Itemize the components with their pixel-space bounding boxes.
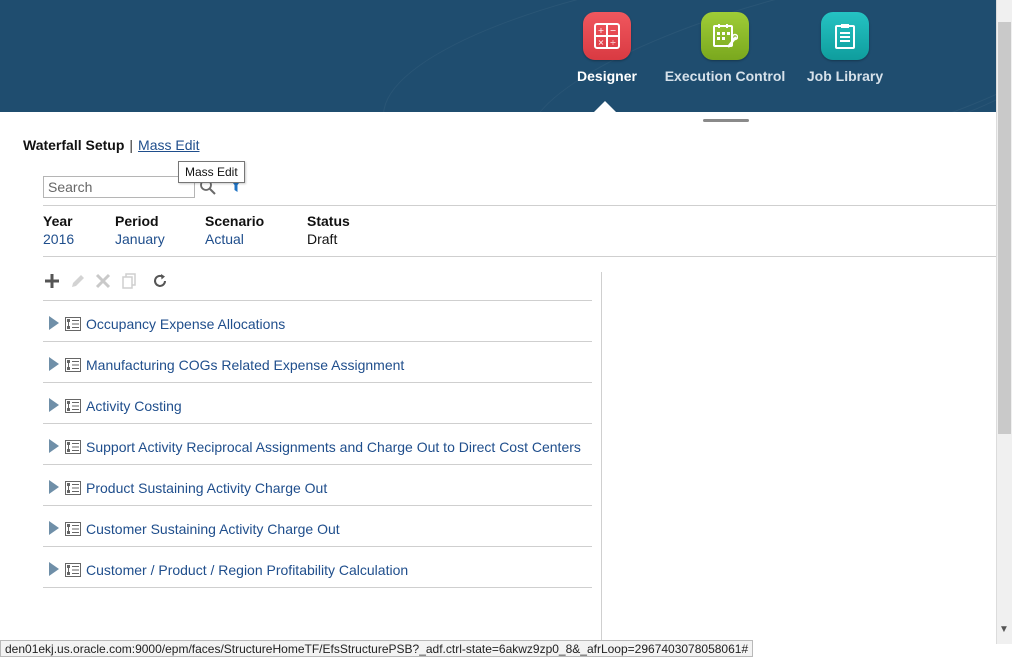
duplicate-icon[interactable]: [120, 272, 138, 290]
divider: [43, 205, 996, 206]
pov-year-label: Year: [43, 213, 73, 229]
active-nav-indicator: [594, 101, 616, 112]
pov-scenario: Scenario Actual: [205, 213, 264, 247]
ruleset-icon: [65, 358, 81, 372]
status-bar-url: den01ekj.us.oracle.com:9000/epm/faces/St…: [0, 640, 754, 657]
expand-arrow-icon[interactable]: [49, 316, 59, 330]
tree-row-label[interactable]: Occupancy Expense Allocations: [86, 316, 285, 332]
expand-arrow-icon[interactable]: [49, 357, 59, 371]
tree-row[interactable]: Support Activity Reciprocal Assignments …: [43, 424, 592, 465]
pane-splitter[interactable]: [601, 272, 602, 644]
ruleset-icon: [65, 563, 81, 577]
ruleset-tree: Occupancy Expense Allocations Manufactur…: [43, 301, 592, 588]
breadcrumb: Waterfall Setup | Mass Edit: [23, 137, 200, 153]
tree-row[interactable]: Manufacturing COGs Related Expense Assig…: [43, 342, 592, 383]
tree-row-label[interactable]: Customer / Product / Region Profitabilit…: [86, 562, 408, 578]
app-header: + − × ÷ Designer Execution Control Job L…: [0, 0, 996, 112]
edit-icon[interactable]: [69, 272, 87, 290]
nav-designer-label: Designer: [577, 68, 637, 84]
pov-status-label: Status: [307, 213, 350, 229]
tree-row-label[interactable]: Support Activity Reciprocal Assignments …: [86, 439, 581, 455]
tree-row[interactable]: Activity Costing: [43, 383, 592, 424]
add-icon[interactable]: [43, 272, 61, 290]
delete-icon[interactable]: [94, 272, 112, 290]
ruleset-icon: [65, 399, 81, 413]
ruleset-icon: [65, 317, 81, 331]
mass-edit-link[interactable]: Mass Edit: [138, 137, 199, 153]
svg-text:÷: ÷: [610, 38, 617, 47]
panel-drag-handle[interactable]: [703, 119, 749, 122]
scroll-down-icon[interactable]: ▼: [999, 624, 1009, 635]
tree-row-label[interactable]: Manufacturing COGs Related Expense Assig…: [86, 357, 404, 373]
pov-period-label: Period: [115, 213, 159, 229]
tree-row-label[interactable]: Product Sustaining Activity Charge Out: [86, 480, 327, 496]
svg-text:×: ×: [598, 38, 605, 47]
expand-arrow-icon[interactable]: [49, 439, 59, 453]
tree-row-label[interactable]: Customer Sustaining Activity Charge Out: [86, 521, 340, 537]
breadcrumb-separator: |: [129, 137, 134, 153]
ruleset-icon: [65, 440, 81, 454]
svg-text:+: +: [598, 26, 605, 35]
svg-text:−: −: [610, 26, 617, 35]
tree-row[interactable]: Product Sustaining Activity Charge Out: [43, 465, 592, 506]
expand-arrow-icon[interactable]: [49, 398, 59, 412]
pov-year: Year 2016: [43, 213, 74, 247]
pov-period-value[interactable]: January: [115, 231, 165, 247]
nav-execution-control-label: Execution Control: [664, 68, 786, 84]
nav-designer[interactable]: + − × ÷ Designer: [542, 12, 672, 84]
designer-calculator-icon: + − × ÷: [583, 12, 631, 60]
nav-job-library-label: Job Library: [806, 68, 884, 84]
nav-job-library[interactable]: Job Library: [780, 12, 910, 84]
ruleset-icon: [65, 481, 81, 495]
mass-edit-tooltip: Mass Edit: [178, 161, 245, 183]
tree-row[interactable]: Customer / Product / Region Profitabilit…: [43, 547, 592, 588]
search-input[interactable]: [43, 176, 195, 198]
pov-scenario-value[interactable]: Actual: [205, 231, 264, 247]
job-library-clipboard-icon: [821, 12, 869, 60]
tree-row-label[interactable]: Activity Costing: [86, 398, 182, 414]
execution-control-icon: [701, 12, 749, 60]
pov-status-value: Draft: [307, 231, 338, 247]
refresh-icon[interactable]: [151, 272, 169, 290]
nav-execution-control[interactable]: Execution Control: [660, 12, 790, 84]
expand-arrow-icon[interactable]: [49, 562, 59, 576]
pov-scenario-label: Scenario: [205, 213, 265, 229]
pov-status: Status Draft: [307, 213, 350, 247]
pov-period: Period January: [115, 213, 165, 247]
tree-row[interactable]: Customer Sustaining Activity Charge Out: [43, 506, 592, 547]
tree-row[interactable]: Occupancy Expense Allocations: [43, 301, 592, 342]
divider: [43, 256, 996, 257]
expand-arrow-icon[interactable]: [49, 480, 59, 494]
scrollbar-thumb[interactable]: [998, 22, 1011, 434]
vertical-scrollbar[interactable]: ▼: [996, 0, 1012, 644]
page-title: Waterfall Setup: [23, 137, 125, 153]
ruleset-icon: [65, 522, 81, 536]
pov-year-value[interactable]: 2016: [43, 231, 74, 247]
main-panel: Waterfall Setup|Mass Edit Mass Edit Year…: [13, 112, 996, 644]
expand-arrow-icon[interactable]: [49, 521, 59, 535]
